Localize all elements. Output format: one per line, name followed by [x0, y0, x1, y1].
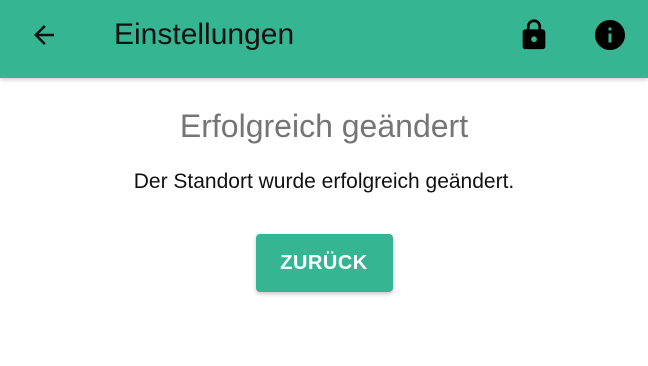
lock-button[interactable]	[512, 13, 556, 57]
page-title: Einstellungen	[114, 18, 295, 51]
arrow-left-icon	[34, 25, 54, 45]
app-bar: Einstellungen	[0, 0, 648, 78]
success-message: Der Standort wurde erfolgreich geändert.	[133, 170, 515, 193]
info-button[interactable]	[588, 13, 632, 57]
back-button[interactable]: ZURÜCK	[255, 234, 393, 292]
main-content: Erfolgreich geändert Der Standort wurde …	[0, 78, 648, 292]
lock-icon	[522, 19, 546, 50]
back-navigation-button[interactable]	[24, 15, 64, 55]
info-icon	[595, 20, 625, 50]
success-heading: Erfolgreich geändert	[179, 108, 469, 144]
